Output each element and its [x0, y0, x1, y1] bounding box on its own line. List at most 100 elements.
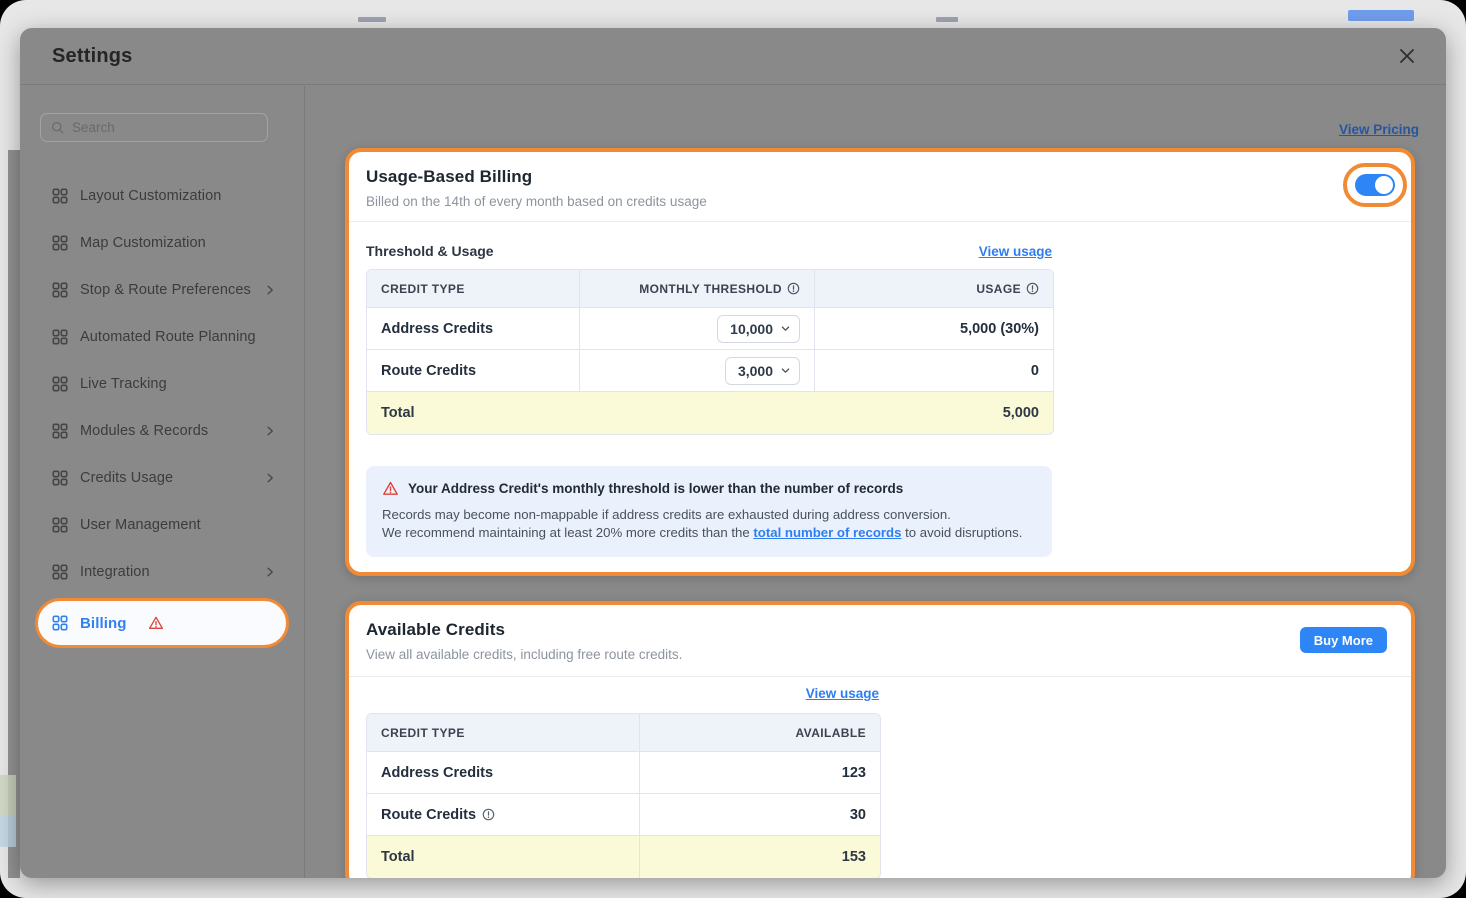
sidebar-nav: Layout Customization Map Customization S…: [35, 172, 289, 648]
settings-sidebar: Layout Customization Map Customization S…: [20, 86, 305, 878]
screen: Settings Layout Customization Map Cus: [0, 0, 1466, 898]
available-credits-table: CREDIT TYPE AVAILABLE Address Credits 12…: [366, 713, 881, 878]
available-cell: 123: [640, 752, 880, 794]
toggle-knob: [1375, 176, 1393, 194]
sidebar-item-billing[interactable]: Billing: [35, 598, 289, 648]
credit-type-cell: Address Credits: [367, 752, 640, 794]
table-header-row: CREDIT TYPE AVAILABLE: [367, 714, 880, 752]
chevron-right-icon: [264, 472, 276, 484]
warning-body: Records may become non-mappable if addre…: [382, 507, 1023, 541]
background-artifact: [0, 815, 16, 847]
usage-billing-subtitle: Billed on the 14th of every month based …: [366, 194, 707, 209]
col-monthly-threshold: MONTHLY THRESHOLD: [580, 270, 815, 308]
background-artifact: [8, 150, 20, 878]
search-input[interactable]: [72, 120, 257, 135]
close-icon[interactable]: [1398, 47, 1416, 65]
sidebar-item-layout-customization[interactable]: Layout Customization: [40, 172, 284, 219]
page-title: Settings: [52, 44, 133, 67]
available-credits-card: Available Credits View all available cre…: [345, 601, 1415, 878]
usage-billing-toggle[interactable]: [1355, 174, 1395, 196]
chevron-down-icon: [780, 365, 791, 376]
grid-icon: [52, 516, 68, 533]
credit-type-cell: Route Credits: [367, 350, 580, 392]
available-cell: 30: [640, 794, 880, 836]
warning-icon: [382, 480, 399, 497]
usage-billing-header: Usage-Based Billing Billed on the 14th o…: [349, 152, 1411, 222]
grid-icon: [52, 563, 68, 580]
chevron-down-icon: [780, 323, 791, 334]
grid-icon: [52, 615, 68, 631]
total-label: Total: [367, 836, 640, 878]
background-artifact: [0, 775, 16, 815]
search-box: [40, 113, 268, 142]
background-artifact: [1348, 10, 1414, 21]
address-threshold-select[interactable]: 10,000: [717, 314, 800, 343]
modal-header: Settings: [20, 28, 1446, 85]
grid-icon: [52, 187, 68, 204]
sidebar-item-map-customization[interactable]: Map Customization: [40, 219, 284, 266]
sidebar-item-user-management[interactable]: User Management: [40, 501, 284, 548]
credit-type-cell: Route Credits: [367, 794, 640, 836]
threshold-usage-table: CREDIT TYPE MONTHLY THRESHOLD USAGE Addr…: [366, 269, 1054, 435]
buy-more-button[interactable]: Buy More: [1299, 627, 1387, 653]
info-icon: [1026, 282, 1039, 295]
threshold-warning-box: Your Address Credit's monthly threshold …: [366, 466, 1052, 558]
table-row: Address Credits 123: [367, 752, 880, 794]
usage-billing-title: Usage-Based Billing: [366, 167, 533, 186]
view-usage-link[interactable]: View usage: [979, 244, 1052, 259]
warning-title: Your Address Credit's monthly threshold …: [408, 481, 904, 496]
total-records-link[interactable]: total number of records: [753, 525, 901, 540]
sidebar-item-label: Modules & Records: [80, 422, 209, 439]
available-credits-title: Available Credits: [366, 620, 506, 639]
total-value: 5,000: [580, 392, 1053, 434]
sidebar-item-label: Automated Route Planning: [80, 328, 256, 345]
view-usage-link[interactable]: View usage: [806, 686, 879, 701]
info-icon: [787, 282, 800, 295]
sidebar-item-automated-route-planning[interactable]: Automated Route Planning: [40, 313, 284, 360]
settings-content: View Pricing Usage-Based Billing Billed …: [306, 86, 1446, 878]
table-row: Route Credits 30: [367, 794, 880, 836]
sidebar-item-label: Integration: [80, 563, 150, 580]
sidebar-item-stop-route-preferences[interactable]: Stop & Route Preferences: [40, 266, 284, 313]
table-total-row: Total 153: [367, 836, 880, 878]
sidebar-item-modules-records[interactable]: Modules & Records: [40, 407, 284, 454]
highlight-ring: [1343, 163, 1407, 207]
grid-icon: [52, 234, 68, 251]
table-header-row: CREDIT TYPE MONTHLY THRESHOLD USAGE: [367, 270, 1053, 308]
view-pricing-link[interactable]: View Pricing: [1339, 122, 1419, 137]
sidebar-item-credits-usage[interactable]: Credits Usage: [40, 454, 284, 501]
grid-icon: [52, 469, 68, 486]
available-credits-header: Available Credits View all available cre…: [349, 605, 1411, 677]
sidebar-item-label: Billing: [80, 614, 127, 632]
table-row: Route Credits 3,000 0: [367, 350, 1053, 392]
route-threshold-select[interactable]: 3,000: [724, 356, 800, 385]
chevron-right-icon: [264, 284, 276, 296]
table-row: Address Credits 10,000 5,000 (30%): [367, 308, 1053, 350]
grid-icon: [52, 375, 68, 392]
col-usage: USAGE: [815, 270, 1053, 308]
info-icon: [482, 808, 495, 821]
available-credits-body: View usage CREDIT TYPE AVAILABLE Address…: [349, 685, 1411, 878]
col-credit-type: CREDIT TYPE: [367, 270, 580, 308]
total-label: Total: [367, 392, 580, 434]
sidebar-item-label: Layout Customization: [80, 187, 222, 204]
sidebar-item-integration[interactable]: Integration: [40, 548, 284, 595]
chevron-right-icon: [264, 566, 276, 578]
sidebar-item-label: Credits Usage: [80, 469, 174, 486]
usage-cell: 0: [815, 350, 1053, 392]
grid-icon: [52, 422, 68, 439]
warning-icon: [148, 615, 164, 631]
chevron-right-icon: [264, 425, 276, 437]
background-artifact: [358, 17, 386, 22]
sidebar-item-label: User Management: [80, 516, 201, 533]
sidebar-item-label: Stop & Route Preferences: [80, 281, 251, 298]
usage-cell: 5,000 (30%): [815, 308, 1053, 350]
sidebar-item-label: Live Tracking: [80, 375, 167, 392]
sidebar-item-live-tracking[interactable]: Live Tracking: [40, 360, 284, 407]
usage-based-billing-card: Usage-Based Billing Billed on the 14th o…: [345, 148, 1415, 576]
grid-icon: [52, 281, 68, 298]
col-credit-type: CREDIT TYPE: [367, 714, 640, 752]
search-icon: [51, 121, 64, 134]
threshold-usage-title: Threshold & Usage: [366, 243, 494, 259]
usage-billing-body: Threshold & Usage View usage CREDIT TYPE…: [349, 243, 1411, 558]
